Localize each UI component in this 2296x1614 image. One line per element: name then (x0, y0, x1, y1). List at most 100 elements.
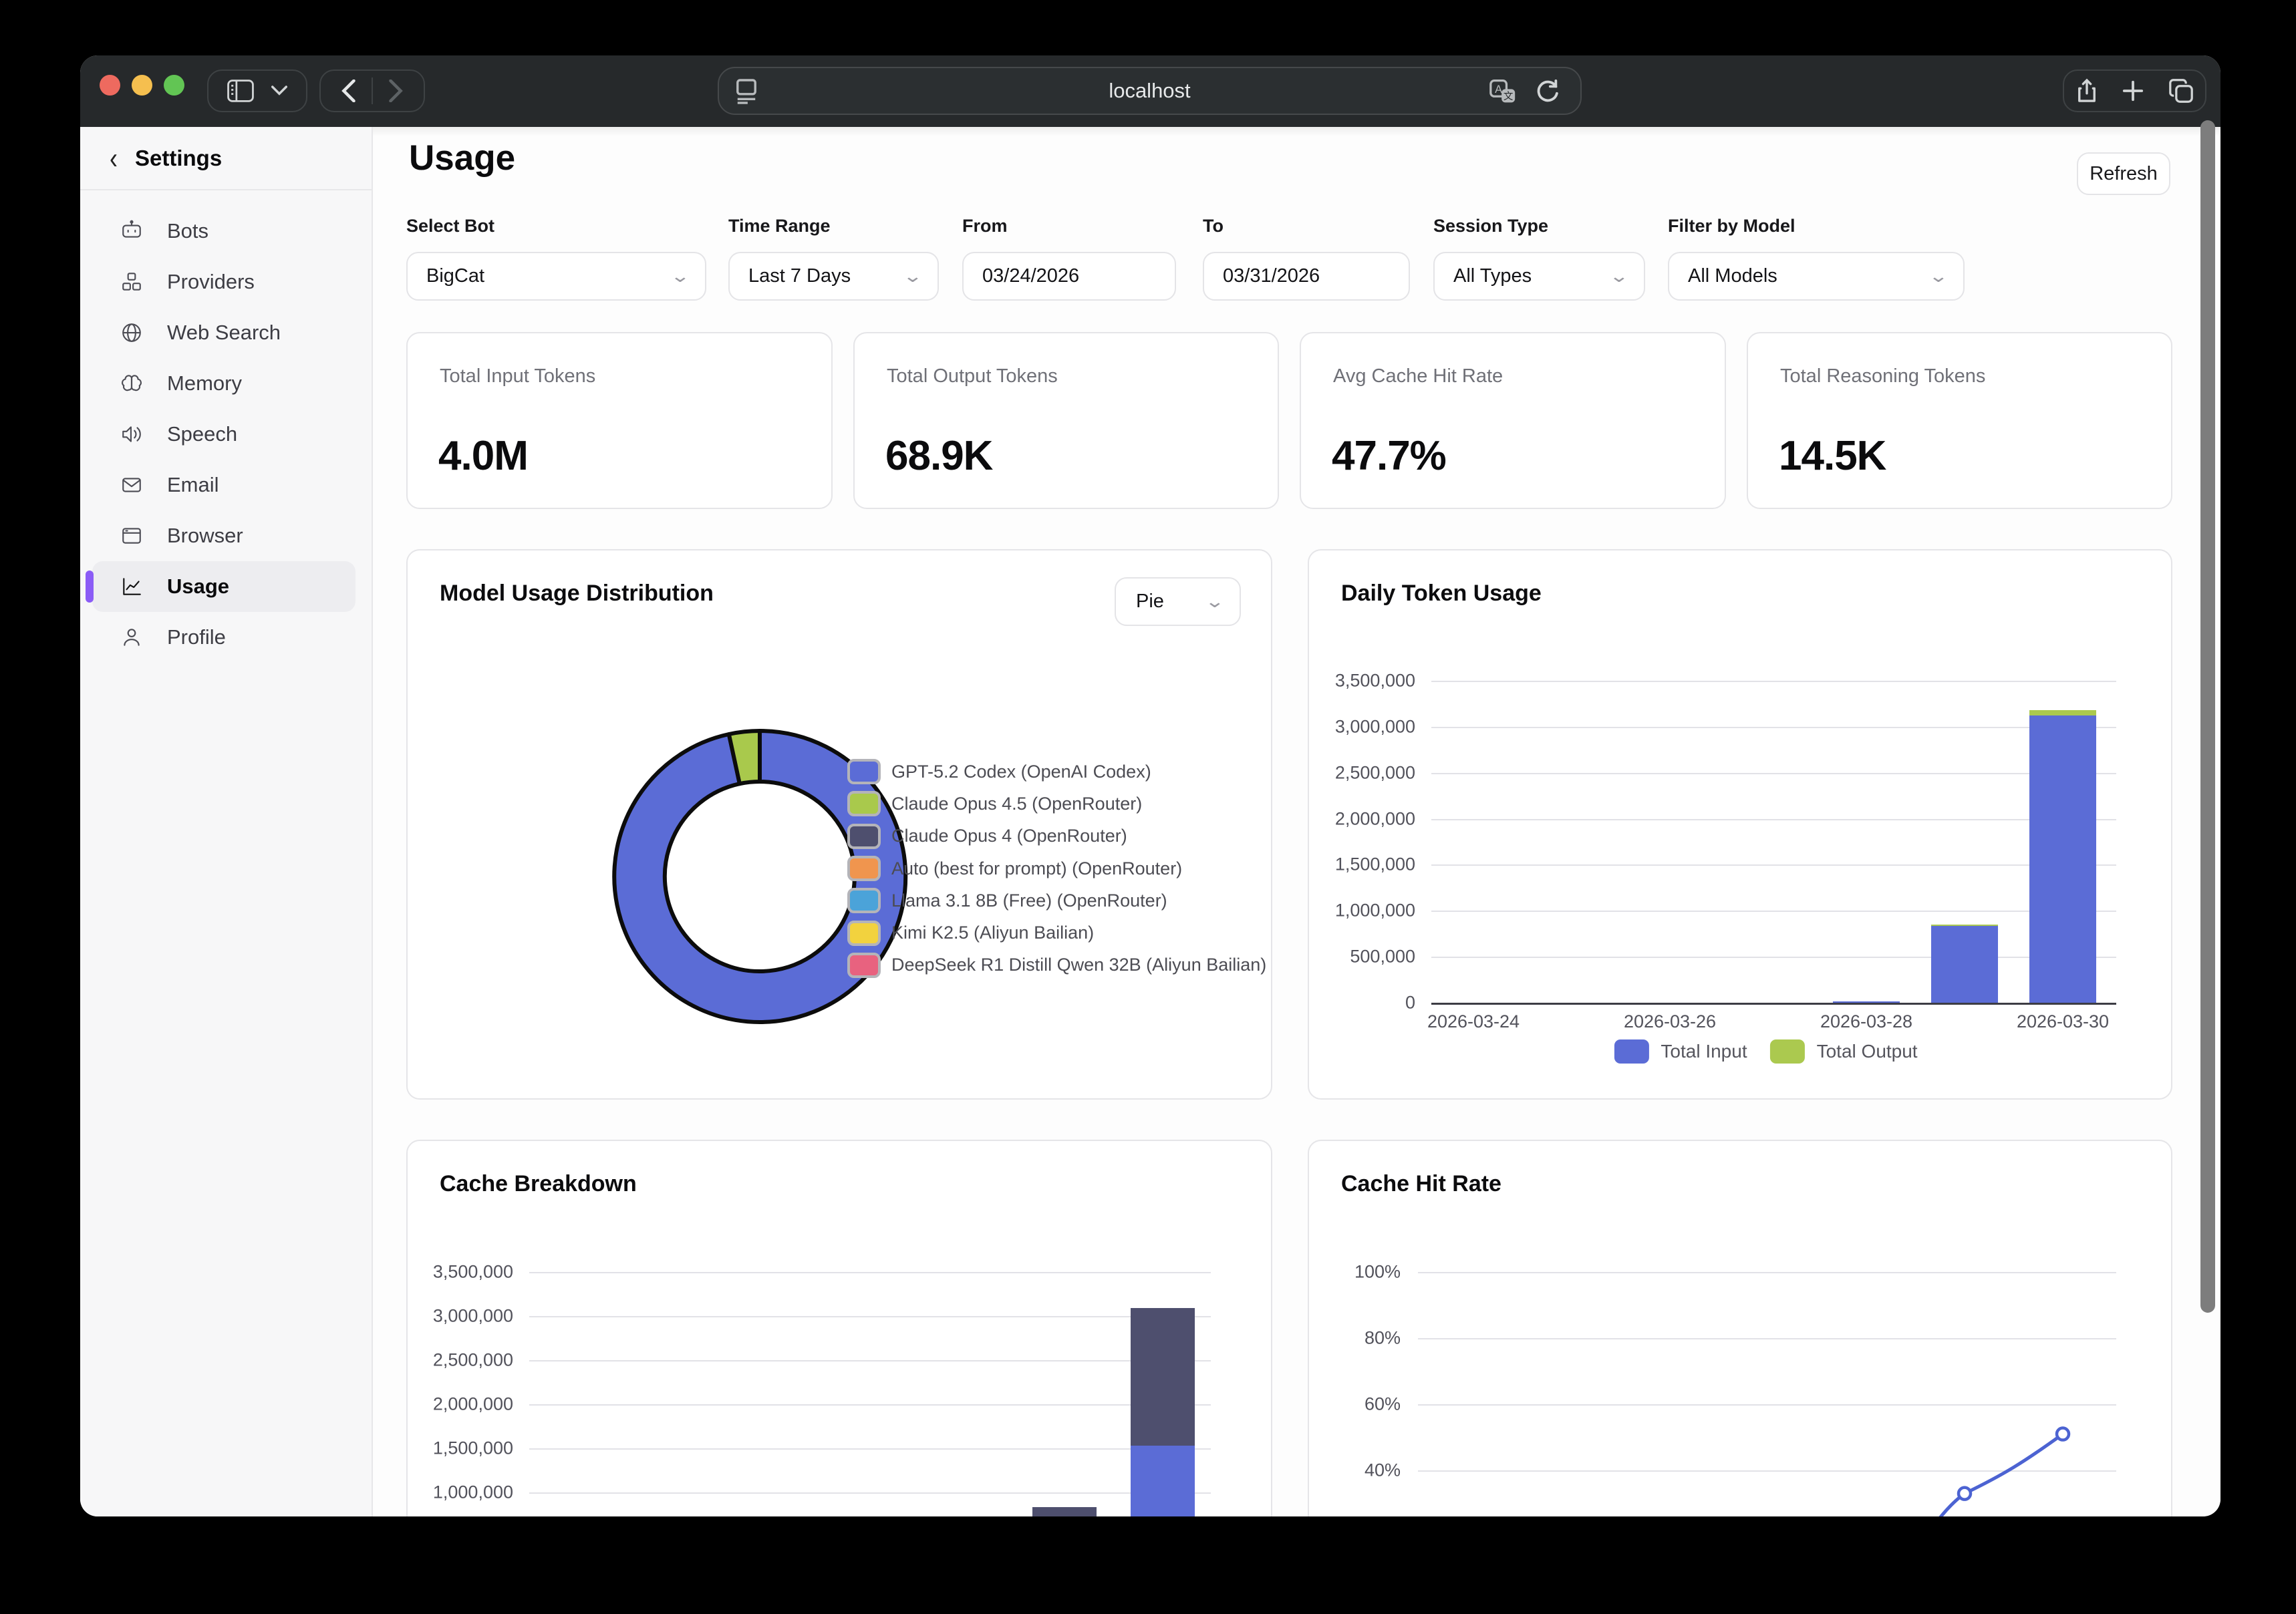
legend-swatch (847, 921, 881, 946)
sidebar-item-browser[interactable]: Browser (92, 510, 355, 561)
legend-swatch (1770, 1039, 1805, 1064)
legend-label: Total Input (1661, 1041, 1747, 1062)
cache-breakdown-chart: 3,500,0003,000,0002,500,0002,000,0001,50… (408, 1141, 1271, 1516)
sidebar-item-label: Web Search (167, 321, 281, 345)
chevron-down-icon: ⌄ (1205, 591, 1226, 612)
y-axis-tick: 1,500,000 (1309, 854, 1415, 875)
new-tab-icon[interactable] (2122, 79, 2144, 102)
bar-segment[interactable] (1131, 1446, 1195, 1516)
filter-filter-by-model: Filter by Model All Models ⌄ (1668, 216, 1965, 301)
x-axis-tick: 2026-03-28 (1820, 1011, 1912, 1032)
url-text: localhost (719, 68, 1580, 114)
legend-label: Total Output (1817, 1041, 1918, 1062)
stat-value: 68.9K (885, 432, 992, 480)
chevron-down-icon: ⌄ (903, 266, 923, 287)
legend-item: Llama 3.1 8B (Free) (OpenRouter) (847, 884, 1266, 917)
sidebar-item-label: Providers (167, 270, 255, 294)
legend-item: DeepSeek R1 Distill Qwen 32B (Aliyun Bai… (847, 949, 1266, 981)
time-range-select[interactable]: Last 7 Days ⌄ (728, 252, 939, 301)
svg-text:A: A (1495, 84, 1502, 96)
legend-label: Claude Opus 4.5 (OpenRouter) (891, 794, 1142, 814)
sidebar-item-bots[interactable]: Bots (92, 206, 355, 257)
sidebar-nav: Bots Providers Web Search Memory Speech … (80, 206, 372, 663)
from-input[interactable]: 03/24/2026 (962, 252, 1176, 301)
cache-breakdown-card: Cache Breakdown 3,500,0003,000,0002,500,… (406, 1140, 1272, 1516)
nav-buttons-group (319, 69, 425, 112)
address-bar[interactable]: localhost A 文 (718, 67, 1582, 115)
legend-swatch (1614, 1039, 1648, 1064)
x-axis-tick: 2026-03-26 (1624, 1011, 1716, 1032)
sidebar-item-web-search[interactable]: Web Search (92, 307, 355, 358)
legend-label: Llama 3.1 8B (Free) (OpenRouter) (891, 891, 1167, 911)
share-icon[interactable] (2077, 78, 2097, 104)
sidebar-item-providers[interactable]: Providers (92, 257, 355, 307)
sidebar-item-label: Memory (167, 371, 242, 395)
bar-segment[interactable] (2029, 710, 2096, 715)
minimize-window-button[interactable] (132, 75, 152, 96)
refresh-button[interactable]: Refresh (2077, 152, 2170, 195)
legend-label: DeepSeek R1 Distill Qwen 32B (Aliyun Bai… (891, 955, 1266, 975)
select-bot-select[interactable]: BigCat ⌄ (406, 252, 706, 301)
chart-legend: Total Input Total Output (1614, 1039, 1917, 1064)
stat-value: 47.7% (1332, 432, 1446, 480)
stat-label: Total Reasoning Tokens (1780, 365, 1985, 387)
legend-item: Kimi K2.5 (Aliyun Bailian) (847, 917, 1266, 949)
filter-time-range: Time Range Last 7 Days ⌄ (728, 216, 939, 301)
usage-page: Usage Refresh Select Bot BigCat ⌄ Time R… (373, 127, 2220, 1516)
x-axis-tick: 2026-03-30 (2017, 1011, 2109, 1032)
y-axis-tick: 2,500,000 (1309, 762, 1415, 783)
browser-titlebar: localhost A 文 (80, 55, 2220, 127)
speech-icon (120, 423, 143, 446)
sidebar-toggle-group (207, 69, 307, 112)
hit-rate-line (1309, 1141, 2174, 1516)
zoom-window-button[interactable] (164, 75, 184, 96)
sidebar-item-profile[interactable]: Profile (92, 612, 355, 663)
active-item-accent-bar (86, 571, 94, 603)
chart-type-select[interactable]: Pie ⌄ (1115, 577, 1241, 626)
tab-overview-icon[interactable] (2169, 79, 2193, 103)
legend-item: GPT-5.2 Codex (OpenAI Codex) (847, 756, 1266, 788)
y-axis-tick: 1,500,000 (408, 1438, 513, 1459)
bar-segment[interactable] (1131, 1308, 1195, 1446)
bar-segment[interactable] (2029, 715, 2096, 1003)
sidebar-item-memory[interactable]: Memory (92, 358, 355, 409)
bar-segment[interactable] (1833, 1001, 1900, 1003)
profile-icon (120, 626, 143, 649)
sidebar-item-label: Profile (167, 625, 226, 649)
bar-segment[interactable] (1931, 925, 1998, 1003)
bar-segment[interactable] (1032, 1507, 1097, 1516)
sidebar-toggle-chevron-icon[interactable] (271, 86, 287, 96)
window-actions-group (2063, 69, 2206, 112)
filter-value: Last 7 Days (748, 265, 851, 287)
session-type-select[interactable]: All Types ⌄ (1433, 252, 1645, 301)
legend-item: Claude Opus 4.5 (OpenRouter) (847, 788, 1266, 820)
sidebar-item-label: Usage (167, 575, 229, 599)
stat-label: Avg Cache Hit Rate (1333, 365, 1503, 387)
cache-hit-rate-chart: 100%80%60%40% (1309, 1141, 2171, 1516)
stat-card-total-reasoning-tokens: Total Reasoning Tokens 14.5K (1747, 332, 2172, 509)
sidebar-item-label: Speech (167, 422, 237, 446)
filter-by-model-select[interactable]: All Models ⌄ (1668, 252, 1965, 301)
close-window-button[interactable] (100, 75, 120, 96)
bar-segment[interactable] (1931, 925, 1998, 926)
stat-value: 4.0M (438, 432, 528, 480)
sidebar-title: Settings (135, 146, 222, 171)
translate-icon[interactable]: A 文 (1489, 79, 1516, 104)
page-scrollbar[interactable] (2200, 120, 2215, 1313)
forward-button-icon[interactable] (373, 79, 420, 102)
y-axis-tick: 1,000,000 (1309, 901, 1415, 921)
email-icon (120, 474, 143, 496)
svg-text:文: 文 (1503, 91, 1514, 102)
sidebar-toggle-icon[interactable] (227, 79, 254, 102)
to-input[interactable]: 03/31/2026 (1203, 252, 1410, 301)
usage-chart-icon (120, 575, 143, 598)
back-button-icon[interactable] (325, 79, 372, 102)
memory-icon (120, 372, 143, 395)
sidebar-item-email[interactable]: Email (92, 460, 355, 510)
reload-icon[interactable] (1535, 79, 1560, 104)
back-chevron-icon[interactable]: ‹ (110, 143, 118, 173)
sidebar-item-usage[interactable]: Usage (92, 561, 355, 612)
filter-to: To 03/31/2026 (1203, 216, 1410, 301)
sidebar-item-speech[interactable]: Speech (92, 409, 355, 460)
y-axis-tick: 0 (1309, 993, 1415, 1013)
